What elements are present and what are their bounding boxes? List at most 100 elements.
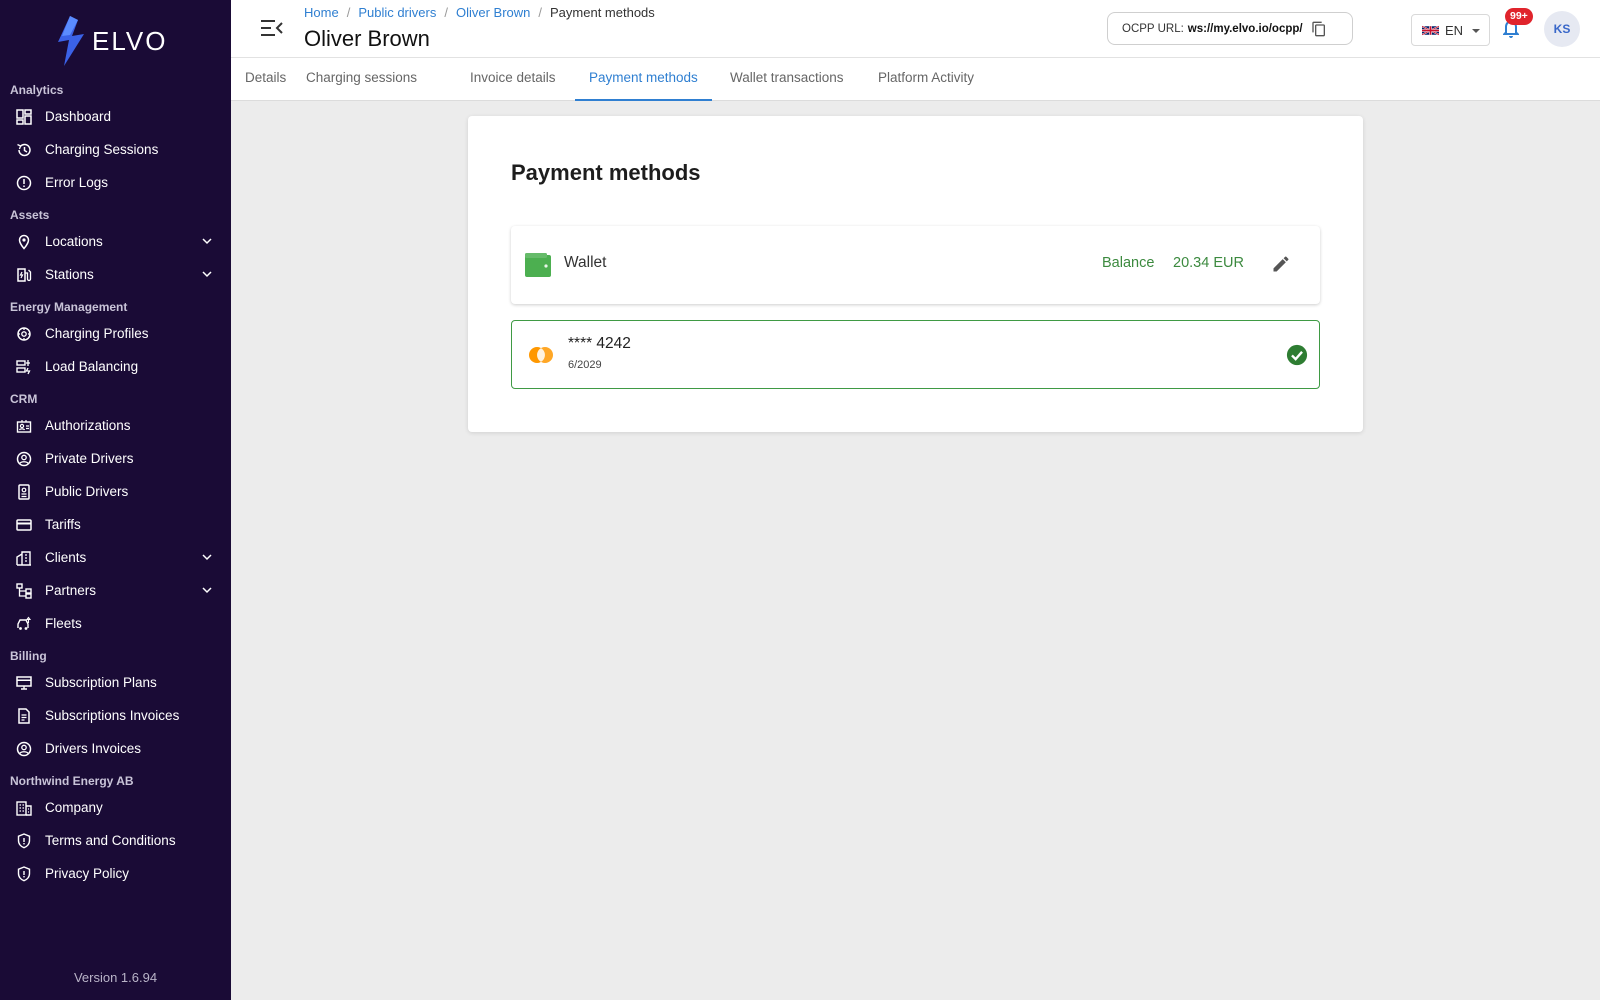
language-value: EN <box>1445 22 1464 38</box>
section-label-energy-management: Energy Management <box>10 300 128 314</box>
tab-invoice-details[interactable]: Invoice details <box>456 58 570 101</box>
tab-details[interactable]: Details <box>231 58 300 101</box>
sidebar-item-label: Public Drivers <box>45 484 129 499</box>
section-label-assets: Assets <box>10 208 50 222</box>
uk-flag-icon <box>1422 24 1439 36</box>
sidebar-item-label: Partners <box>45 583 97 598</box>
monitor-icon <box>16 675 32 691</box>
mastercard-icon <box>529 347 553 363</box>
sidebar-item-stations[interactable]: Stations <box>0 258 231 291</box>
sidebar-item-company[interactable]: Company <box>0 791 231 824</box>
sidebar-item-drivers-invoices[interactable]: Drivers Invoices <box>0 732 231 765</box>
sidebar-item-label: Clients <box>45 550 87 565</box>
shield-icon <box>16 832 32 849</box>
sidebar-item-label: Charging Profiles <box>45 326 149 341</box>
document-icon <box>16 707 32 724</box>
hierarchy-icon <box>16 582 32 599</box>
breadcrumb-driver[interactable]: Oliver Brown <box>456 5 530 20</box>
wallet-label: Wallet <box>564 254 607 271</box>
building-icon <box>16 550 32 566</box>
sidebar-item-authorizations[interactable]: Authorizations <box>0 409 231 442</box>
sidebar-item-label: Privacy Policy <box>45 866 130 881</box>
ocpp-label: OCPP URL: <box>1122 22 1184 35</box>
credit-card-row[interactable]: **** 4242 6/2029 <box>511 320 1320 389</box>
sidebar-item-label: Locations <box>45 234 103 249</box>
sidebar-item-partners[interactable]: Partners <box>0 574 231 607</box>
breadcrumb-separator: / <box>346 5 351 20</box>
sidebar-item-label: Error Logs <box>45 175 109 190</box>
user-circle-icon <box>16 451 32 467</box>
sidebar-item-terms-and-conditions[interactable]: Terms and Conditions <box>0 824 231 857</box>
sidebar-item-dashboard[interactable]: Dashboard <box>0 100 231 133</box>
chevron-down-icon <box>202 554 212 561</box>
tab-charging-sessions[interactable]: Charging sessions <box>292 58 431 101</box>
sidebar-item-subscription-plans[interactable]: Subscription Plans <box>0 666 231 699</box>
history-icon <box>16 142 32 158</box>
check-circle-icon <box>1286 344 1308 366</box>
chevron-down-icon <box>202 238 212 245</box>
sidebar-item-label: Tariffs <box>45 517 81 532</box>
version-label: Version 1.6.94 <box>73 970 158 985</box>
menu-collapse-icon[interactable] <box>261 18 283 38</box>
dashboard-icon <box>16 108 32 125</box>
ocpp-url: ws://my.elvo.io/ocpp/ <box>1187 22 1303 35</box>
credit-card-icon <box>16 517 32 533</box>
sidebar-item-error-logs[interactable]: Error Logs <box>0 166 231 199</box>
sidebar-item-load-balancing[interactable]: Load Balancing <box>0 350 231 383</box>
lightning-logo-icon <box>58 16 84 66</box>
card-expiry: 6/2029 <box>568 359 602 371</box>
sidebar-item-label: Terms and Conditions <box>45 833 176 848</box>
sidebar-item-fleets[interactable]: Fleets <box>0 607 231 640</box>
logo-text: ELVO <box>92 25 168 56</box>
tab-platform-activity[interactable]: Platform Activity <box>864 58 988 101</box>
balance-label: Balance <box>1102 255 1155 271</box>
sidebar-item-label: Subscriptions Invoices <box>45 708 180 723</box>
section-title: Payment methods <box>511 160 701 185</box>
shield-icon <box>16 865 32 882</box>
copy-icon[interactable] <box>1311 21 1327 37</box>
tab-bar: Details Charging sessions Invoice detail… <box>231 58 1600 101</box>
sidebar-item-label: Stations <box>45 267 94 282</box>
tab-payment-methods[interactable]: Payment methods <box>575 58 712 101</box>
sidebar-item-subscriptions-invoices[interactable]: Subscriptions Invoices <box>0 699 231 732</box>
user-avatar[interactable]: KS <box>1544 11 1580 47</box>
tab-wallet-transactions[interactable]: Wallet transactions <box>716 58 858 101</box>
section-label-crm: CRM <box>10 392 38 406</box>
wallet-icon <box>525 253 551 277</box>
page-title: Oliver Brown <box>304 26 430 51</box>
breadcrumb: Home / Public drivers / Oliver Brown / P… <box>304 5 655 20</box>
breadcrumb-current: Payment methods <box>550 5 655 20</box>
sidebar-item-label: Fleets <box>45 616 82 631</box>
sidebar-item-charging-profiles[interactable]: Charging Profiles <box>0 317 231 350</box>
notification-badge: 99+ <box>1505 8 1533 25</box>
badge-icon <box>16 483 32 500</box>
sidebar-item-label: Subscription Plans <box>45 675 157 690</box>
sidebar-item-private-drivers[interactable]: Private Drivers <box>0 442 231 475</box>
error-icon <box>16 175 32 191</box>
sidebar-item-clients[interactable]: Clients <box>0 541 231 574</box>
sidebar-item-label: Dashboard <box>45 109 112 124</box>
authorizations-icon <box>16 418 32 434</box>
sidebar-item-tariffs[interactable]: Tariffs <box>0 508 231 541</box>
breadcrumb-home[interactable]: Home <box>304 5 339 20</box>
sidebar-item-privacy-policy[interactable]: Privacy Policy <box>0 857 231 890</box>
section-label-analytics: Analytics <box>10 83 64 97</box>
car-icon <box>16 616 32 632</box>
sidebar-item-charging-sessions[interactable]: Charging Sessions <box>0 133 231 166</box>
sidebar-item-public-drivers[interactable]: Public Drivers <box>0 475 231 508</box>
ev-station-icon <box>16 267 32 283</box>
language-select[interactable]: EN <box>1411 14 1490 46</box>
load-balancing-icon <box>16 359 32 375</box>
sidebar-item-locations[interactable]: Locations <box>0 225 231 258</box>
sidebar-item-label: Load Balancing <box>45 359 139 374</box>
user-circle-icon <box>16 741 32 757</box>
breadcrumb-separator: / <box>444 5 448 20</box>
sidebar-item-label: Company <box>45 800 103 815</box>
elvo-logo[interactable]: ELVO <box>56 16 167 66</box>
section-label-northwind-energy-ab: Northwind Energy AB <box>10 774 134 788</box>
edit-pencil-icon[interactable] <box>1271 254 1291 274</box>
chevron-down-icon <box>202 271 212 278</box>
location-pin-icon <box>16 234 32 250</box>
breadcrumb-public-drivers[interactable]: Public drivers <box>358 5 436 20</box>
section-label-billing: Billing <box>10 649 47 663</box>
